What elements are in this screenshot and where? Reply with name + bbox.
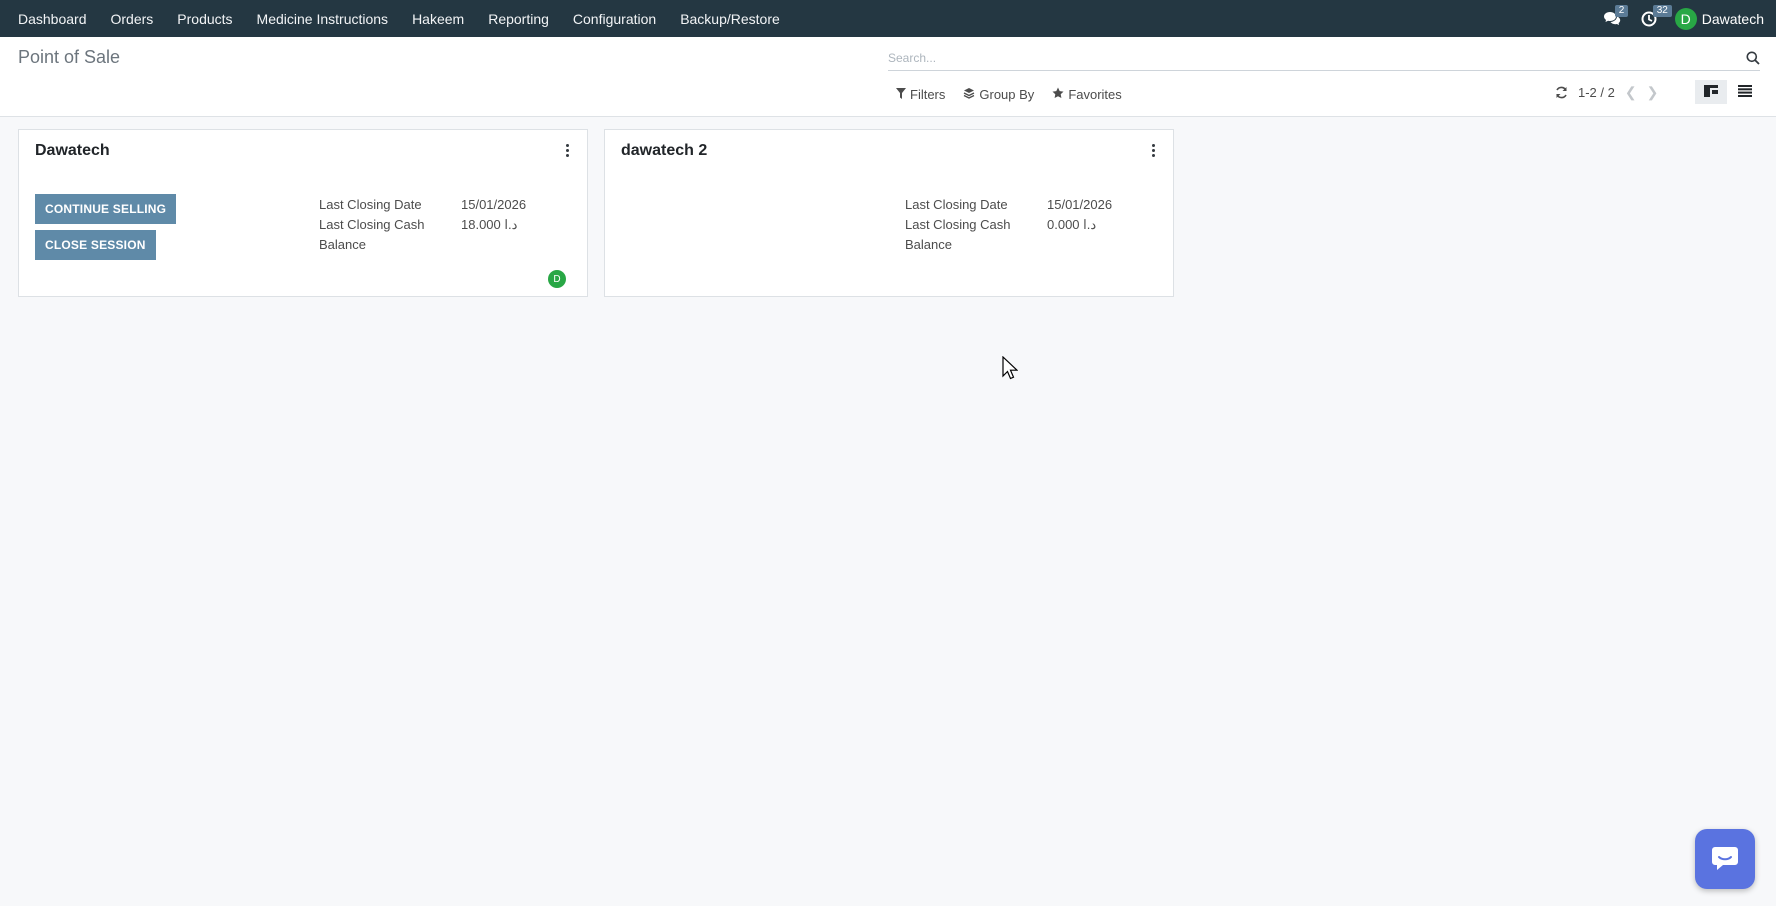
view-switcher bbox=[1695, 80, 1761, 104]
mouse-cursor-icon bbox=[1002, 355, 1019, 383]
menu-hakeem[interactable]: Hakeem bbox=[400, 0, 476, 37]
menu-configuration[interactable]: Configuration bbox=[561, 0, 668, 37]
list-icon bbox=[1738, 84, 1752, 100]
messages-menu[interactable]: 2 bbox=[1593, 0, 1631, 37]
search-icon[interactable] bbox=[1746, 51, 1760, 65]
last-closing-cash-label-2: Balance bbox=[905, 237, 952, 252]
pos-card-info: Last Closing Date 15/01/2026 Last Closin… bbox=[319, 196, 561, 254]
search-bar bbox=[888, 45, 1760, 71]
filters-button[interactable]: Filters bbox=[896, 87, 945, 102]
star-icon bbox=[1052, 87, 1064, 102]
last-closing-cash-label-2: Balance bbox=[319, 237, 366, 252]
pager-value[interactable]: 1-2 / 2 bbox=[1578, 85, 1615, 100]
pos-card: Dawatech CONTINUE SELLING CLOSE SESSION … bbox=[18, 129, 588, 297]
menu-dashboard[interactable]: Dashboard bbox=[6, 0, 99, 37]
more-vertical-icon[interactable] bbox=[561, 142, 573, 158]
refresh-icon[interactable] bbox=[1555, 86, 1568, 99]
menu-reporting[interactable]: Reporting bbox=[476, 0, 561, 37]
menu-products[interactable]: Products bbox=[165, 0, 244, 37]
filter-icon bbox=[896, 87, 906, 102]
systray: 2 32 D Dawatech bbox=[1593, 0, 1776, 37]
more-vertical-icon[interactable] bbox=[1147, 142, 1159, 158]
last-closing-cash-label: Last Closing Cash bbox=[905, 217, 1011, 232]
close-session-button[interactable]: CLOSE SESSION bbox=[35, 230, 156, 260]
layers-icon bbox=[963, 87, 975, 102]
last-closing-date-value: 15/01/2026 bbox=[461, 197, 527, 212]
top-navbar: Dashboard Orders Products Medicine Instr… bbox=[0, 0, 1776, 37]
activities-menu[interactable]: 32 bbox=[1631, 0, 1672, 37]
page-title: Point of Sale bbox=[18, 47, 121, 67]
pos-card: dawatech 2 Last Closing Date 15/01/2026 … bbox=[604, 129, 1174, 297]
responsible-avatar: D bbox=[548, 270, 566, 288]
last-closing-cash-value: 18.000 د.ا bbox=[461, 217, 518, 232]
menu-backup-restore[interactable]: Backup/Restore bbox=[668, 0, 792, 37]
kanban-view-button[interactable] bbox=[1695, 80, 1727, 104]
user-avatar: D bbox=[1674, 7, 1697, 30]
favorites-label: Favorites bbox=[1068, 86, 1122, 102]
favorites-button[interactable]: Favorites bbox=[1052, 86, 1122, 102]
last-closing-cash-label: Last Closing Cash bbox=[319, 217, 425, 232]
control-panel: Point of Sale Filters Group By Favorites bbox=[0, 37, 1776, 117]
filters-label: Filters bbox=[910, 86, 946, 102]
kanban-icon bbox=[1704, 84, 1718, 100]
chevron-right-icon[interactable]: ❯ bbox=[1647, 84, 1659, 101]
list-view-button[interactable] bbox=[1729, 80, 1761, 104]
pos-card-info: Last Closing Date 15/01/2026 Last Closin… bbox=[905, 196, 1147, 254]
chevron-left-icon[interactable]: ❮ bbox=[1625, 84, 1637, 101]
search-input[interactable] bbox=[888, 50, 1746, 65]
main-menu: Dashboard Orders Products Medicine Instr… bbox=[0, 0, 792, 37]
group-by-label: Group By bbox=[979, 86, 1035, 102]
last-closing-date-label: Last Closing Date bbox=[319, 197, 422, 212]
pos-card-title: Dawatech bbox=[35, 142, 110, 159]
last-closing-date-value: 15/01/2026 bbox=[1047, 197, 1113, 212]
continue-selling-button[interactable]: CONTINUE SELLING bbox=[35, 194, 177, 224]
activities-counter: 32 bbox=[1652, 5, 1672, 17]
chat-bubble-icon bbox=[1711, 845, 1739, 874]
group-by-button[interactable]: Group By bbox=[963, 87, 1034, 102]
last-closing-date-label: Last Closing Date bbox=[905, 197, 1008, 212]
search-options: Filters Group By Favorites bbox=[896, 83, 1122, 105]
last-closing-cash-value: 0.000 د.ا bbox=[1047, 217, 1097, 232]
user-name: Dawatech bbox=[1701, 10, 1764, 27]
user-menu[interactable]: D Dawatech bbox=[1667, 7, 1764, 30]
messages-counter: 2 bbox=[1614, 5, 1629, 17]
menu-medicine-instructions[interactable]: Medicine Instructions bbox=[245, 0, 401, 37]
pos-card-title: dawatech 2 bbox=[621, 142, 708, 159]
live-chat-button[interactable] bbox=[1695, 829, 1755, 889]
menu-orders[interactable]: Orders bbox=[99, 0, 166, 37]
pager: 1-2 / 2 ❮ ❯ bbox=[1555, 81, 1658, 103]
